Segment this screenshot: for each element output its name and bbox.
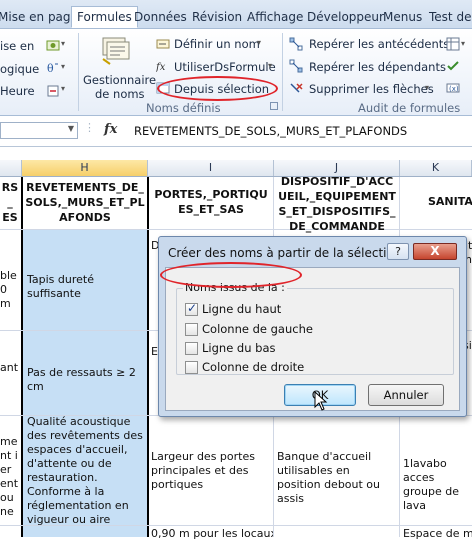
formula-audit-group-label: Audit de formules bbox=[358, 101, 461, 115]
highlight-ellipse-ribbon bbox=[157, 76, 278, 101]
tab-test[interactable]: Test de bbox=[429, 8, 471, 28]
trace-precedents-icon bbox=[289, 37, 303, 51]
checkbox-bottom-row[interactable] bbox=[185, 342, 198, 355]
dropdown-arrow-icon[interactable]: ▾ bbox=[61, 62, 65, 71]
evaluate-formula-icon[interactable]: (x) bbox=[446, 81, 460, 95]
cell-g-row2[interactable]: ant bbox=[0, 361, 20, 375]
define-name-icon bbox=[156, 39, 170, 49]
cell-i-header[interactable]: PORTES,_PORTIQUES_ET_SAS bbox=[151, 187, 271, 217]
defined-names-group-label: Noms définis bbox=[146, 101, 221, 115]
name-manager-icon bbox=[102, 37, 130, 65]
grid-spacer bbox=[0, 147, 472, 160]
formula-content[interactable]: REVETEMENTS_DE_SOLS,_MURS_ET_PLAFONDS bbox=[134, 124, 407, 138]
name-box[interactable]: ▼ bbox=[0, 122, 78, 139]
cancel-button[interactable]: Annuler bbox=[368, 384, 444, 406]
name-manager-button[interactable]: Gestionnaire de noms bbox=[82, 31, 156, 101]
svg-text:fx: fx bbox=[156, 62, 166, 73]
use-in-formula-button[interactable]: UtiliserDsFormule bbox=[174, 60, 276, 74]
cell-g-row1[interactable]: ble 0 m bbox=[0, 269, 20, 311]
cell-j-header[interactable]: DISPOSITIF_D'ACCUEIL,_EQUIPEMENTS_ET_DIS… bbox=[277, 174, 397, 234]
tab-formules[interactable]: Formules bbox=[71, 6, 138, 28]
cell-k-row4[interactable]: Espace de man bbox=[403, 527, 472, 541]
ribbon-partial-date-label[interactable]: ise en bbox=[0, 39, 34, 53]
ribbon-separator bbox=[78, 33, 79, 111]
name-manager-label-1: Gestionnaire bbox=[83, 73, 157, 87]
define-name-button[interactable]: Définir un nom bbox=[174, 37, 260, 51]
tab-menus[interactable]: Menus bbox=[383, 8, 422, 28]
grid-line bbox=[147, 177, 149, 537]
column-header-bar: H I J K bbox=[0, 160, 472, 177]
option-bottom-row-label[interactable]: Ligne du bas bbox=[202, 341, 276, 355]
tab-developpeur[interactable]: Développeur bbox=[307, 8, 384, 28]
more-functions-icon[interactable] bbox=[46, 84, 60, 98]
show-formulas-icon[interactable] bbox=[446, 37, 460, 51]
dropdown-arrow-icon[interactable]: ▾ bbox=[61, 84, 65, 93]
grid-line bbox=[21, 177, 23, 537]
column-header-h[interactable]: H bbox=[22, 160, 148, 176]
remove-arrows-icon bbox=[290, 83, 303, 93]
cell-h-row3[interactable]: Qualité acoustique des revêtements des e… bbox=[27, 415, 147, 525]
mouse-cursor-icon bbox=[314, 391, 328, 411]
trace-dependents-button[interactable]: Repérer les dépendants bbox=[309, 60, 446, 74]
ribbon-formules-panel: ise en ogique Heure θ ▾ ▾ ▾ Gestionnaire… bbox=[0, 29, 472, 116]
cell-i-row3[interactable]: Largeur des portes principales et des po… bbox=[151, 450, 269, 492]
grid-line bbox=[0, 229, 472, 230]
column-header-k[interactable]: K bbox=[400, 160, 472, 176]
cell-g-row3[interactable]: ment ier ent ou ne bbox=[0, 435, 20, 519]
formula-bar: ▼ ⋮ fx REVETEMENTS_DE_SOLS,_MURS_ET_PLAF… bbox=[0, 116, 472, 147]
cell-g-header[interactable]: RS _ ES bbox=[0, 180, 20, 225]
close-button[interactable]: X bbox=[413, 243, 457, 260]
trace-precedents-button[interactable]: Repérer les antécédents bbox=[309, 37, 449, 51]
error-checking-icon[interactable] bbox=[446, 59, 460, 73]
use-in-formula-icon: fx bbox=[156, 62, 166, 73]
option-left-column-label[interactable]: Colonne de gauche bbox=[202, 322, 313, 336]
column-header-g[interactable] bbox=[0, 160, 22, 176]
dropdown-arrow-icon[interactable]: ▾ bbox=[61, 39, 65, 48]
math-trig-icon[interactable]: θ bbox=[46, 61, 60, 75]
option-top-row-label[interactable]: Ligne du haut bbox=[202, 302, 281, 316]
checkbox-right-column[interactable] bbox=[185, 361, 198, 374]
svg-text:θ: θ bbox=[47, 62, 54, 75]
tab-revision[interactable]: Révision bbox=[192, 8, 242, 28]
names-from-group: Noms issus de la : ✓ Ligne du haut Colon… bbox=[176, 281, 454, 375]
help-button[interactable]: ? bbox=[387, 243, 409, 260]
name-manager-label-2: de noms bbox=[95, 87, 145, 101]
dialog-launcher-icon[interactable] bbox=[270, 102, 278, 110]
tab-mise-en-page[interactable]: Mise en page bbox=[0, 8, 78, 28]
cell-h-header[interactable]: REVETEMENTS_DE_SOLS,_MURS_ET_PLAFONDS bbox=[25, 180, 145, 225]
insert-function-icon[interactable]: fx bbox=[104, 122, 117, 137]
formula-bar-grip-icon: ⋮ bbox=[84, 121, 95, 134]
cell-j-row3[interactable]: Banque d'accueil utilisables en position… bbox=[277, 450, 395, 506]
name-box-dropdown-icon[interactable]: ▼ bbox=[68, 124, 74, 133]
remove-arrows-dropdown-icon[interactable]: ▾ bbox=[425, 83, 429, 92]
tab-donnees[interactable]: Données bbox=[134, 8, 187, 28]
dialog-body: Noms issus de la : ✓ Ligne du haut Colon… bbox=[165, 267, 460, 411]
trace-dependents-icon bbox=[289, 59, 303, 73]
remove-arrows-button[interactable]: Supprimer les flèches bbox=[309, 82, 434, 96]
cell-i-row4[interactable]: 0,90 m pour les locaux ou bbox=[151, 527, 273, 541]
cell-h-row2[interactable]: Pas de ressauts ≥ 2 cm bbox=[27, 366, 145, 394]
cell-k-row3[interactable]: 1lavabo acces groupe de lava bbox=[403, 457, 472, 513]
checkbox-top-row[interactable]: ✓ bbox=[185, 301, 198, 316]
tab-affichage[interactable]: Affichage bbox=[247, 8, 303, 28]
financial-icon[interactable] bbox=[46, 38, 60, 52]
option-right-column-label[interactable]: Colonne de droite bbox=[202, 360, 304, 374]
cell-k-header[interactable]: SANITA bbox=[428, 194, 472, 209]
cell-h-row1[interactable]: Tapis dureté suffisante bbox=[27, 273, 145, 301]
checkmark-icon: ✓ bbox=[187, 301, 198, 315]
ribbon-separator bbox=[282, 33, 283, 111]
ribbon-tab-bar: Mise en page Formules Données Révision A… bbox=[0, 0, 472, 29]
use-in-formula-dropdown-icon[interactable]: ▾ bbox=[268, 61, 272, 70]
ribbon-partial-hour-label[interactable]: Heure bbox=[0, 84, 35, 98]
column-header-i[interactable]: I bbox=[148, 160, 274, 176]
svg-text:(x): (x) bbox=[449, 85, 459, 93]
checkbox-left-column[interactable] bbox=[185, 323, 198, 336]
dropdown-arrow-icon[interactable]: ▾ bbox=[461, 39, 465, 48]
ribbon-partial-logic-label[interactable]: ogique bbox=[0, 62, 39, 76]
grid-line bbox=[0, 525, 472, 526]
highlight-ellipse-dialog bbox=[160, 262, 302, 288]
dialog-title: Créer des noms à partir de la sélection bbox=[168, 246, 402, 260]
define-name-dropdown-icon[interactable]: ▾ bbox=[257, 38, 261, 47]
